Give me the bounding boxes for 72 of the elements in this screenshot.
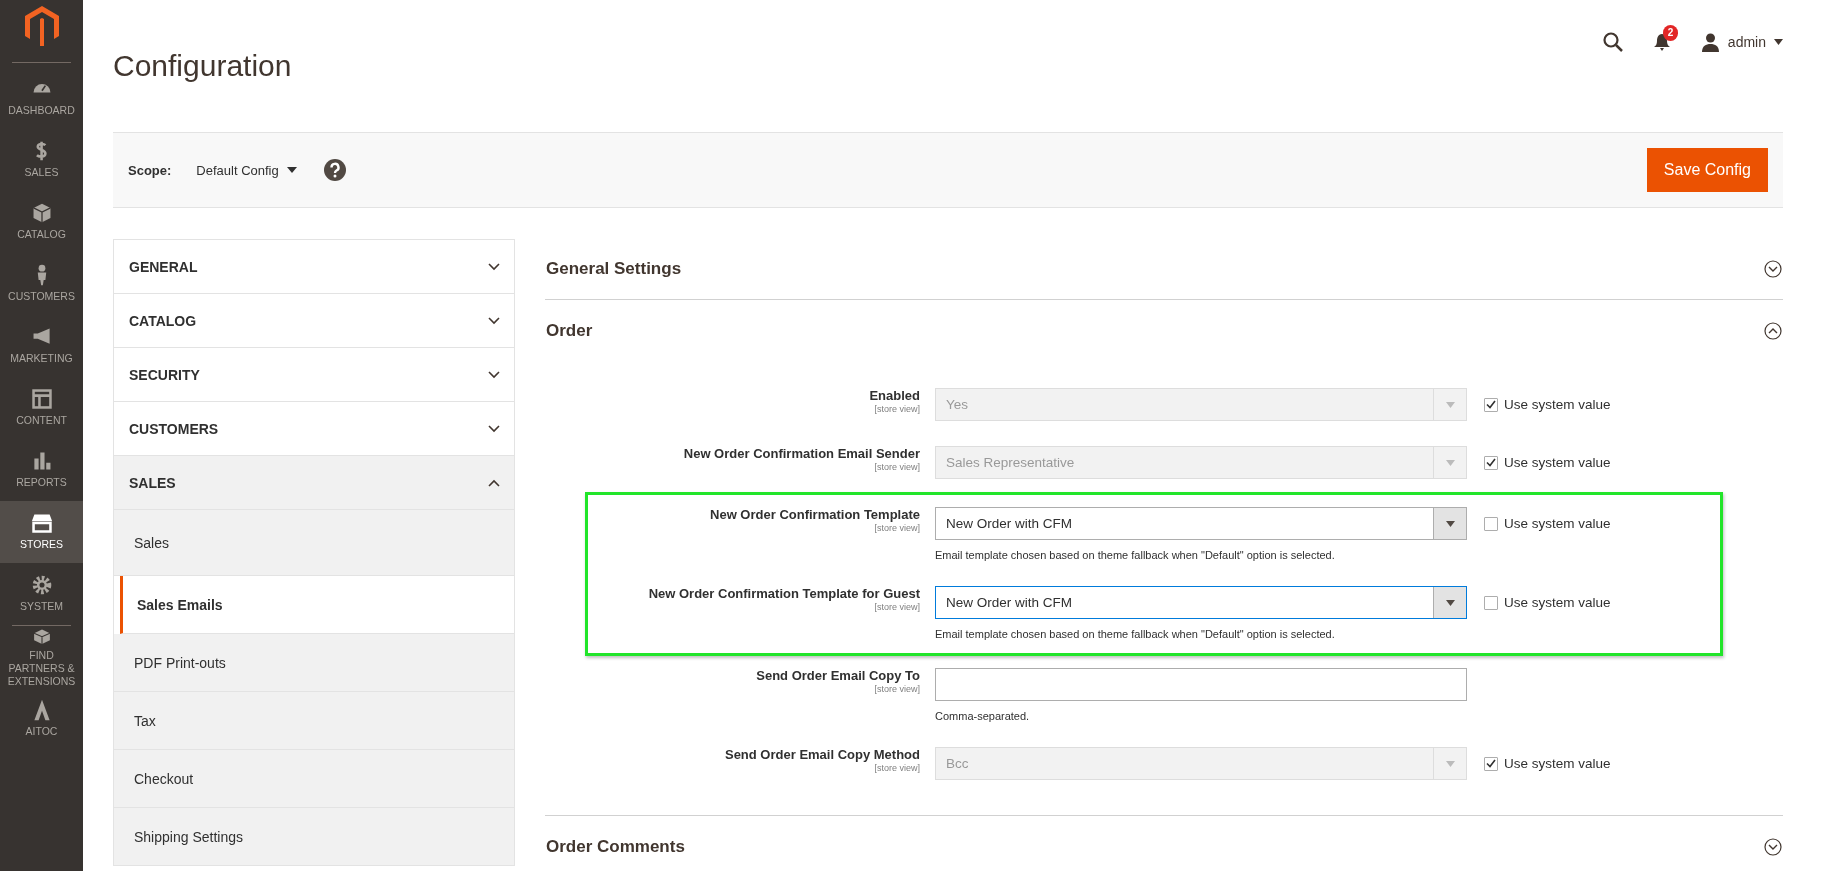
field-note: Email template chosen based on theme fallback when "Default" option is selected. — [935, 628, 1336, 640]
gear-icon — [30, 574, 53, 597]
sidebar-menu-item[interactable]: AITOC — [0, 688, 83, 750]
scope-hint: [store view] — [874, 684, 920, 694]
sidebar-menu-item[interactable]: FIND PARTNERS & EXTENSIONS — [0, 626, 83, 688]
field-note: Email template chosen based on theme fallback when "Default" option is selected. — [935, 549, 1336, 561]
select-dropdown[interactable]: New Order with CFM — [935, 507, 1467, 540]
text-input-field[interactable] — [935, 668, 1467, 701]
scope-dropdown[interactable]: Default Config — [196, 162, 297, 178]
sidebar-menu-item[interactable]: CUSTOMERS — [0, 253, 83, 315]
field-label: New Order Confirmation Template — [710, 507, 920, 523]
layout-icon — [30, 388, 53, 411]
field-label: New Order Confirmation Email Sender — [683, 446, 920, 462]
nav-item[interactable]: Sales Emails — [120, 576, 514, 634]
field-note: Comma-separated. — [935, 710, 1031, 722]
caret-icon — [1445, 459, 1455, 466]
nav-group-tab[interactable]: SALES — [114, 456, 514, 510]
nav-item[interactable]: Tax — [114, 692, 514, 750]
chevron-down-icon — [488, 316, 500, 325]
chevron-down-icon — [488, 424, 500, 433]
scope-label: Scope: — [128, 162, 172, 178]
sidebar-menu-item[interactable]: REPORTS — [0, 439, 83, 501]
scope-hint: [store view] — [874, 462, 920, 472]
select-dropdown[interactable]: New Order with CFM — [935, 586, 1467, 619]
sidebar-menu-item[interactable]: DASHBOARD — [0, 67, 83, 129]
notification-count: 2 — [1662, 25, 1679, 41]
field-label: New Order Confirmation Template for Guest — [648, 586, 920, 602]
sidebar-menu-item[interactable]: CONTENT — [0, 377, 83, 439]
collapse-circle-icon — [1764, 322, 1782, 340]
search-icon[interactable] — [1602, 32, 1623, 52]
caret-icon — [1445, 401, 1455, 408]
nav-item[interactable]: Checkout — [114, 750, 514, 808]
checkbox[interactable] — [1484, 516, 1498, 531]
scope-hint: [store view] — [874, 602, 920, 612]
field-label: Send Order Email Copy Method — [724, 747, 920, 763]
checkbox-label[interactable]: Use system value — [1504, 516, 1611, 531]
storefront-icon — [30, 512, 53, 535]
scope-hint: [store view] — [874, 404, 920, 414]
logo-icon[interactable] — [24, 6, 59, 46]
caret-icon[interactable] — [1774, 39, 1783, 45]
chevron-down-icon — [488, 262, 500, 271]
section-header[interactable]: Order Comments — [545, 816, 1783, 871]
nav-item[interactable]: PDF Print-outs — [114, 634, 514, 692]
checkbox[interactable] — [1484, 595, 1498, 610]
field-label: Send Order Email Copy To — [756, 668, 920, 684]
help-icon[interactable] — [323, 159, 346, 181]
section-header[interactable]: General Settings — [545, 239, 1783, 299]
save-config-button[interactable]: Save Config — [1646, 148, 1768, 192]
expand-circle-icon — [1764, 260, 1782, 278]
page-title: Configuration — [113, 49, 293, 83]
caret-icon — [1445, 599, 1455, 606]
scope-hint: [store view] — [874, 763, 920, 773]
scope-hint: [store view] — [874, 523, 920, 533]
sidebar-menu-item[interactable]: SALES — [0, 129, 83, 191]
caret-icon — [1445, 760, 1455, 767]
caret-icon — [286, 167, 297, 173]
sidebar-menu-item[interactable]: CATALOG — [0, 191, 83, 253]
caret-icon — [1445, 520, 1455, 527]
box-icon — [30, 202, 53, 225]
sidebar-menu-item[interactable]: MARKETING — [0, 315, 83, 377]
field-label: Enabled — [869, 388, 920, 404]
chevron-down-icon — [488, 370, 500, 379]
expand-circle-icon — [1764, 838, 1782, 856]
nav-item[interactable]: Sales — [114, 510, 514, 576]
sidebar-menu-item[interactable]: SYSTEM — [0, 563, 83, 625]
user-name[interactable]: admin — [1727, 34, 1766, 50]
sidebar-menu-item[interactable]: STORES — [0, 501, 83, 563]
user-icon[interactable] — [1700, 32, 1720, 52]
checkbox-label[interactable]: Use system value — [1504, 595, 1611, 610]
chevron-up-icon — [488, 478, 500, 487]
section-header[interactable]: Order — [545, 300, 1783, 362]
nav-item[interactable]: Shipping Settings — [114, 808, 514, 866]
